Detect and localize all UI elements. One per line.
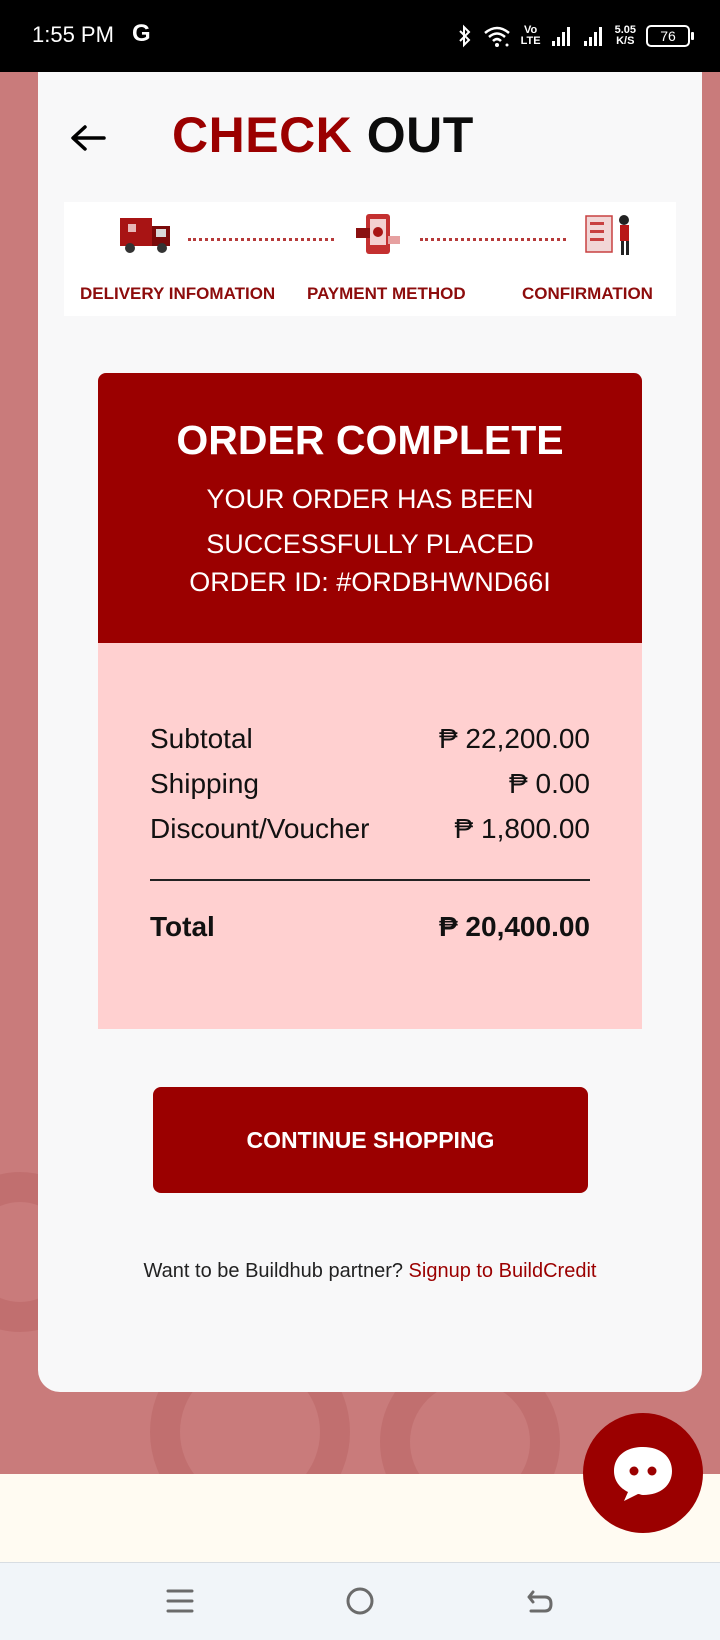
- total-row: Total ₱ 20,400.00: [150, 911, 590, 951]
- summary-divider: [150, 879, 590, 881]
- payment-phone-icon: [348, 210, 408, 260]
- home-nav-button[interactable]: [338, 1581, 382, 1621]
- title-out: OUT: [366, 107, 474, 163]
- page-title: CHECK OUT: [172, 106, 474, 164]
- step-payment-label: PAYMENT METHOD: [307, 284, 466, 303]
- continue-shopping-button[interactable]: CONTINUE SHOPPING: [153, 1087, 588, 1193]
- partner-signup: Want to be Buildhub partner? Signup to B…: [0, 1260, 720, 1283]
- back-button[interactable]: [66, 118, 110, 158]
- signal-icon-2: [583, 25, 605, 47]
- back-icon: [527, 1590, 553, 1613]
- subtotal-value: ₱ 22,200.00: [438, 723, 590, 754]
- discount-value: ₱ 1,800.00: [454, 813, 590, 844]
- order-complete-banner: ORDER COMPLETE YOUR ORDER HAS BEEN SUCCE…: [98, 373, 642, 643]
- discount-label: Discount/Voucher: [150, 813, 370, 844]
- volte-bottom: LTE: [520, 35, 541, 47]
- order-summary: Subtotal ₱ 22,200.00 Shipping ₱ 0.00 Dis…: [98, 643, 642, 1029]
- battery-icon: 76: [646, 25, 694, 47]
- status-bar: 1:55 PM G Vo LTE 5.05 K/S 76: [0, 0, 720, 72]
- shipping-value: ₱ 0.00: [509, 768, 590, 799]
- arrow-left-icon: [71, 125, 106, 151]
- discount-row: Discount/Voucher ₱ 1,800.00: [150, 813, 590, 853]
- delivery-truck-icon: [116, 210, 176, 260]
- google-icon: G: [132, 20, 151, 47]
- speed-unit: K/S: [616, 35, 635, 47]
- chat-button[interactable]: [583, 1413, 703, 1533]
- wifi-icon: [483, 24, 511, 48]
- menu-nav-button[interactable]: [158, 1581, 202, 1621]
- status-time: 1:55 PM: [32, 22, 114, 47]
- partner-text: Want to be Buildhub partner?: [143, 1260, 403, 1282]
- checkout-stepper: DELIVERY INFOMATION PAYMENT METHOD CONFI…: [64, 202, 676, 316]
- step-connector-2: [420, 238, 566, 241]
- shipping-row: Shipping ₱ 0.00: [150, 768, 590, 808]
- menu-icon: [166, 1589, 194, 1613]
- bluetooth-icon: [457, 24, 473, 48]
- subtotal-row: Subtotal ₱ 22,200.00: [150, 723, 590, 763]
- title-check: CHECK: [172, 107, 353, 163]
- subtotal-label: Subtotal: [150, 723, 253, 754]
- card-top: [38, 72, 702, 92]
- confirmation-checklist-icon: [580, 210, 640, 260]
- system-nav-bar: [0, 1562, 720, 1640]
- step-connector: [188, 238, 334, 241]
- step-delivery-label: DELIVERY INFOMATION: [80, 284, 276, 303]
- chat-bubble-icon: [614, 1447, 672, 1501]
- shipping-label: Shipping: [150, 768, 259, 799]
- signal-icon: [551, 25, 573, 47]
- total-value: ₱ 20,400.00: [438, 911, 590, 942]
- order-complete-title: ORDER COMPLETE: [176, 417, 564, 463]
- step-confirmation-label: CONFIRMATION: [522, 284, 653, 303]
- volte-indicator: Vo LTE: [521, 25, 541, 47]
- home-circle-icon: [346, 1587, 374, 1615]
- network-speed: 5.05 K/S: [615, 25, 636, 47]
- order-id: ORDER ID: #ORDBHWND66I: [189, 567, 551, 597]
- signup-buildcredit-link[interactable]: Signup to BuildCredit: [409, 1260, 597, 1282]
- order-success-message: YOUR ORDER HAS BEEN SUCCESSFULLY PLACED: [206, 484, 534, 559]
- back-nav-button[interactable]: [518, 1581, 562, 1621]
- status-icons: Vo LTE 5.05 K/S 76: [457, 20, 694, 52]
- total-label: Total: [150, 911, 215, 942]
